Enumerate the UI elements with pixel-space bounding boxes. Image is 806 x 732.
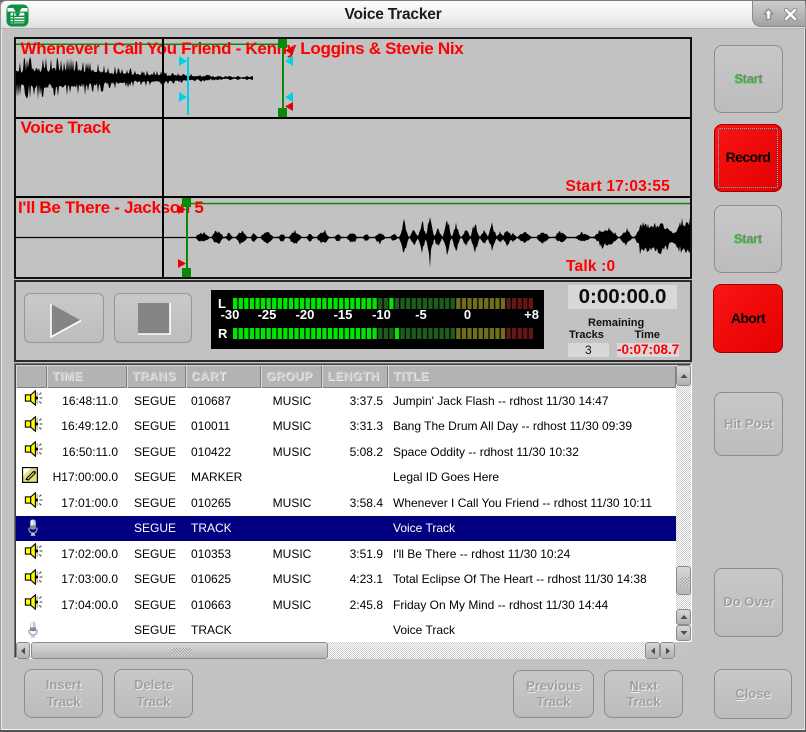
svg-text:+8: +8: [524, 307, 539, 322]
svg-text:0: 0: [464, 307, 471, 322]
svg-text:-20: -20: [296, 307, 315, 322]
svg-text:-25: -25: [258, 307, 277, 322]
svg-text:R: R: [218, 326, 228, 341]
svg-text:-30: -30: [221, 307, 240, 322]
svg-text:-5: -5: [415, 307, 427, 322]
svg-text:-10: -10: [372, 307, 391, 322]
svg-text:-15: -15: [334, 307, 353, 322]
